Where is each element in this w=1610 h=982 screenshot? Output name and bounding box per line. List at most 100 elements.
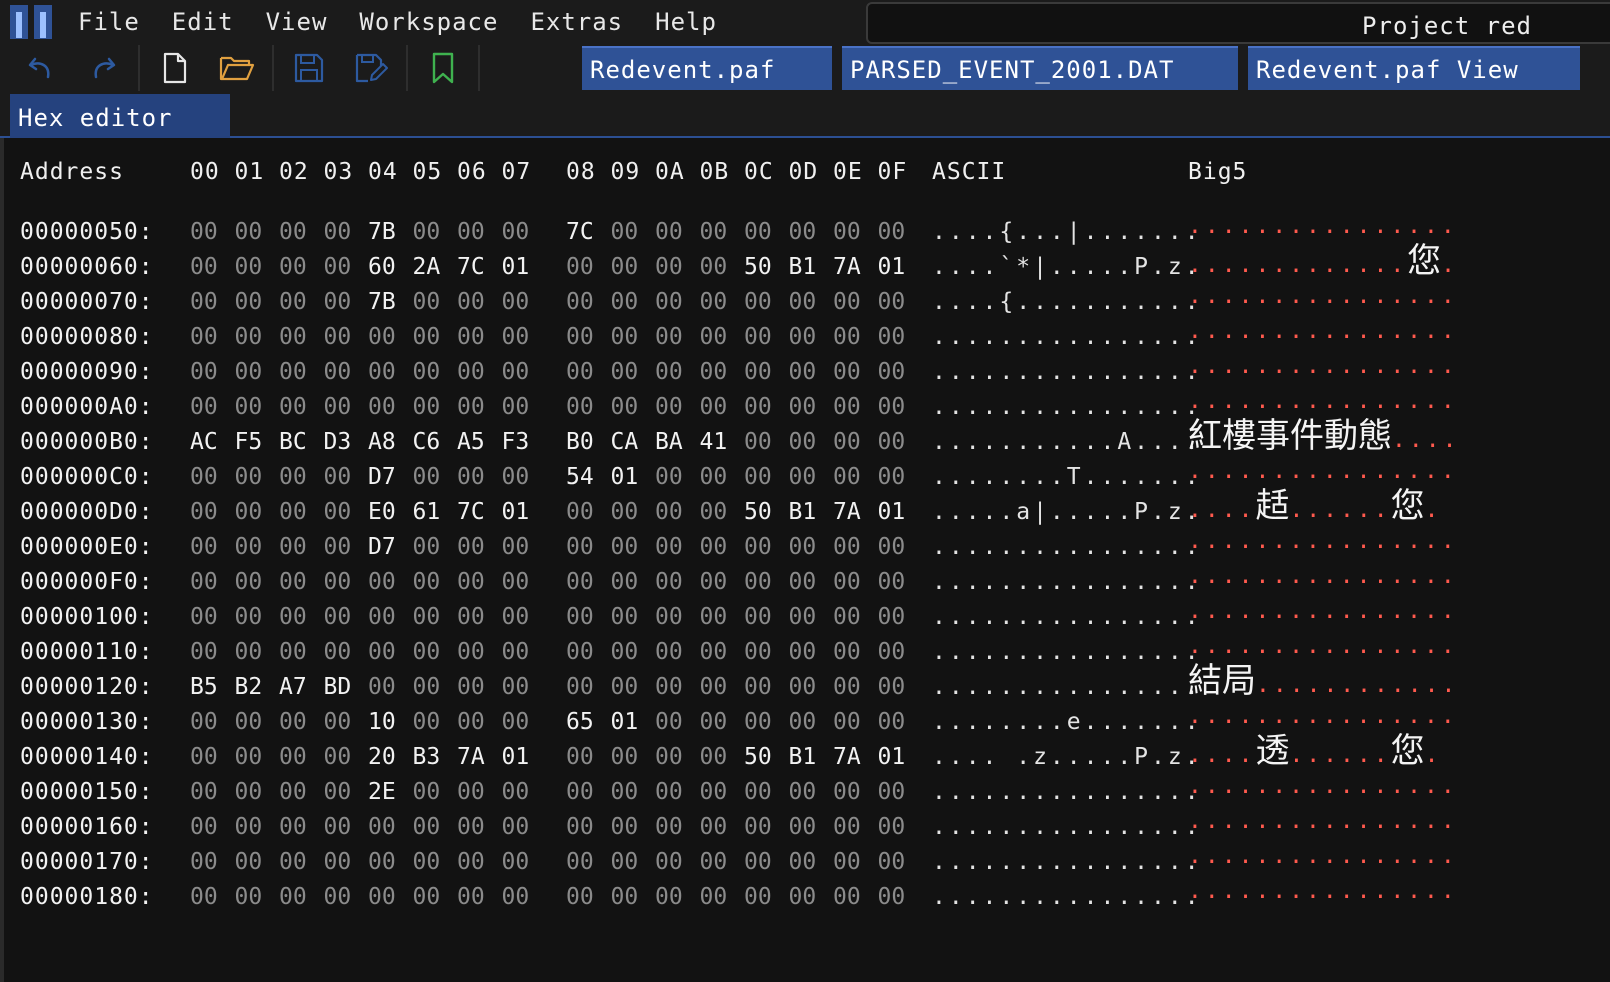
big5-text[interactable]: ................ <box>1188 352 1458 380</box>
hex-byte[interactable]: 00 <box>413 568 441 596</box>
open-folder-button[interactable] <box>206 45 268 91</box>
hex-byte[interactable]: 00 <box>700 533 728 561</box>
hex-byte[interactable]: 00 <box>655 708 683 736</box>
hex-byte[interactable]: 01 <box>502 498 530 526</box>
hex-byte[interactable]: 00 <box>700 568 728 596</box>
ascii-text[interactable]: ........e....... <box>932 708 1202 736</box>
hex-byte[interactable]: 00 <box>502 463 530 491</box>
hex-byte[interactable]: 00 <box>878 218 906 246</box>
file-tab-redevent-paf-view[interactable]: Redevent.paf View <box>1248 46 1580 90</box>
hex-byte[interactable]: 00 <box>700 218 728 246</box>
hex-byte[interactable]: 00 <box>502 708 530 736</box>
hex-byte[interactable]: 00 <box>324 743 352 771</box>
hex-byte[interactable]: 00 <box>457 673 485 701</box>
hex-byte[interactable]: 00 <box>700 323 728 351</box>
hex-byte[interactable]: 50 <box>744 498 772 526</box>
hex-byte[interactable]: 01 <box>878 253 906 281</box>
hex-byte[interactable]: 00 <box>566 358 594 386</box>
hex-byte[interactable]: 00 <box>655 253 683 281</box>
hex-byte[interactable]: 00 <box>566 848 594 876</box>
menu-edit[interactable]: Edit <box>156 8 250 36</box>
hex-byte[interactable]: 00 <box>279 743 307 771</box>
hex-byte[interactable]: 00 <box>789 603 817 631</box>
hex-byte[interactable]: 00 <box>744 603 772 631</box>
hex-byte[interactable]: 65 <box>566 708 594 736</box>
hex-byte[interactable]: 00 <box>789 673 817 701</box>
hex-byte[interactable]: 00 <box>833 883 861 911</box>
save-as-button[interactable] <box>340 45 402 91</box>
hex-byte[interactable]: 00 <box>655 638 683 666</box>
hex-byte[interactable]: 7B <box>368 218 396 246</box>
hex-byte[interactable]: 00 <box>566 288 594 316</box>
hex-byte[interactable]: B1 <box>789 743 817 771</box>
hex-byte[interactable]: 00 <box>190 568 218 596</box>
hex-byte[interactable]: 00 <box>744 218 772 246</box>
hex-byte[interactable]: 00 <box>279 358 307 386</box>
hex-byte[interactable]: 00 <box>744 813 772 841</box>
hex-byte[interactable]: 00 <box>502 778 530 806</box>
hex-byte[interactable]: 00 <box>368 883 396 911</box>
hex-byte[interactable]: 00 <box>744 533 772 561</box>
hex-byte[interactable]: A8 <box>368 428 396 456</box>
hex-byte[interactable]: 00 <box>190 393 218 421</box>
hex-byte[interactable]: 00 <box>235 498 263 526</box>
hex-byte[interactable]: 00 <box>878 463 906 491</box>
big5-text[interactable]: ................ <box>1188 457 1458 485</box>
hex-byte[interactable]: 00 <box>190 498 218 526</box>
big5-text[interactable]: ................ <box>1188 842 1458 870</box>
hex-byte[interactable]: 00 <box>744 428 772 456</box>
hex-byte[interactable]: C6 <box>413 428 441 456</box>
hex-byte[interactable]: 00 <box>655 743 683 771</box>
hex-byte[interactable]: 00 <box>611 358 639 386</box>
hex-byte[interactable]: 00 <box>457 463 485 491</box>
hex-byte[interactable]: 00 <box>611 778 639 806</box>
hex-byte[interactable]: 00 <box>324 813 352 841</box>
hex-byte[interactable]: 00 <box>235 848 263 876</box>
ascii-text[interactable]: ................ <box>932 638 1202 666</box>
ascii-text[interactable]: ....{........... <box>932 288 1202 316</box>
hex-byte[interactable]: 00 <box>833 708 861 736</box>
hex-byte[interactable]: 00 <box>413 708 441 736</box>
hex-byte[interactable]: 00 <box>833 778 861 806</box>
hex-byte[interactable]: 10 <box>368 708 396 736</box>
hex-byte[interactable]: 00 <box>502 883 530 911</box>
hex-byte[interactable]: 00 <box>279 533 307 561</box>
hex-byte[interactable]: 00 <box>324 883 352 911</box>
hex-byte[interactable]: 00 <box>611 568 639 596</box>
hex-byte[interactable]: 00 <box>611 848 639 876</box>
hex-byte[interactable]: 00 <box>789 533 817 561</box>
hex-byte[interactable]: 7A <box>833 498 861 526</box>
hex-byte[interactable]: 00 <box>566 743 594 771</box>
hex-byte[interactable]: 00 <box>457 778 485 806</box>
hex-byte[interactable]: 00 <box>566 323 594 351</box>
file-tab-redevent-paf[interactable]: Redevent.paf <box>582 46 832 90</box>
hex-byte[interactable]: 00 <box>833 533 861 561</box>
hex-byte[interactable]: 00 <box>457 883 485 911</box>
hex-byte[interactable]: 00 <box>833 638 861 666</box>
hex-byte[interactable]: 00 <box>833 358 861 386</box>
ascii-text[interactable]: ................ <box>932 673 1202 701</box>
hex-byte[interactable]: 00 <box>655 778 683 806</box>
hex-byte[interactable]: B5 <box>190 673 218 701</box>
hex-byte[interactable]: 00 <box>324 638 352 666</box>
hex-byte[interactable]: 00 <box>502 603 530 631</box>
hex-byte[interactable]: 00 <box>457 813 485 841</box>
hex-byte[interactable]: 00 <box>700 673 728 701</box>
hex-byte[interactable]: 00 <box>878 883 906 911</box>
hex-byte[interactable]: 01 <box>611 708 639 736</box>
hex-byte[interactable]: 60 <box>368 253 396 281</box>
hex-byte[interactable]: 00 <box>235 743 263 771</box>
hex-byte[interactable]: 00 <box>611 883 639 911</box>
hex-byte[interactable]: 00 <box>279 218 307 246</box>
hex-byte[interactable]: 00 <box>457 358 485 386</box>
hex-byte[interactable]: 00 <box>655 323 683 351</box>
hex-byte[interactable]: 00 <box>789 323 817 351</box>
hex-byte[interactable]: 00 <box>502 638 530 666</box>
file-tab-parsed-event-dat[interactable]: PARSED_EVENT_2001.DAT <box>842 46 1238 90</box>
hex-byte[interactable]: 00 <box>190 323 218 351</box>
hex-byte[interactable]: 00 <box>566 568 594 596</box>
hex-byte[interactable]: 00 <box>611 533 639 561</box>
hex-byte[interactable]: 01 <box>878 498 906 526</box>
ascii-text[interactable]: ................ <box>932 358 1202 386</box>
hex-byte[interactable]: 00 <box>789 708 817 736</box>
